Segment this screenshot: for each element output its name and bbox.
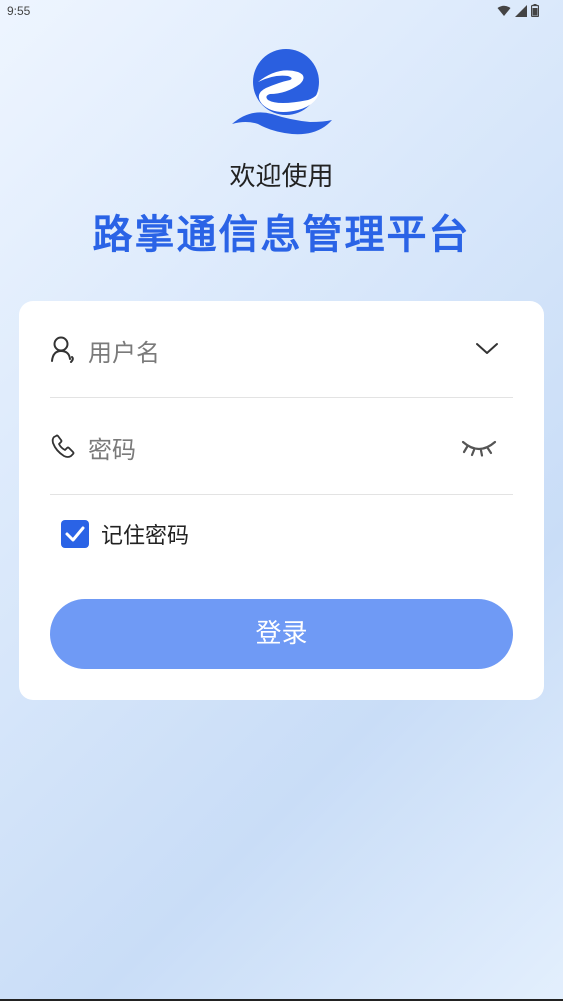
remember-password[interactable]: 记住密码	[61, 519, 189, 549]
password-placeholder: 密码	[88, 436, 136, 464]
welcome-text: 欢迎使用	[229, 162, 334, 192]
remember-checkbox[interactable]	[61, 520, 89, 548]
login-card: 用户名 密码 记住密码 登录	[19, 301, 544, 700]
status-bar: 9:55	[0, 0, 563, 24]
road-logo-icon	[232, 49, 332, 135]
signal-icon	[515, 4, 527, 17]
username-field[interactable]: 用户名	[50, 301, 513, 398]
app-title: 路掌通信息管理平台	[92, 212, 471, 258]
login-button[interactable]: 登录	[50, 599, 513, 669]
user-icon	[51, 336, 74, 363]
battery-icon	[531, 4, 539, 17]
password-field[interactable]: 密码	[50, 398, 513, 495]
wifi-icon	[497, 5, 511, 16]
username-placeholder: 用户名	[88, 339, 160, 367]
remember-label: 记住密码	[101, 524, 190, 549]
status-time: 9:55	[7, 4, 31, 18]
eye-closed-icon[interactable]	[461, 432, 497, 460]
chevron-down-icon[interactable]	[475, 335, 499, 363]
status-icons	[497, 4, 539, 17]
phone-icon	[51, 434, 75, 458]
checkmark-icon	[65, 526, 85, 542]
